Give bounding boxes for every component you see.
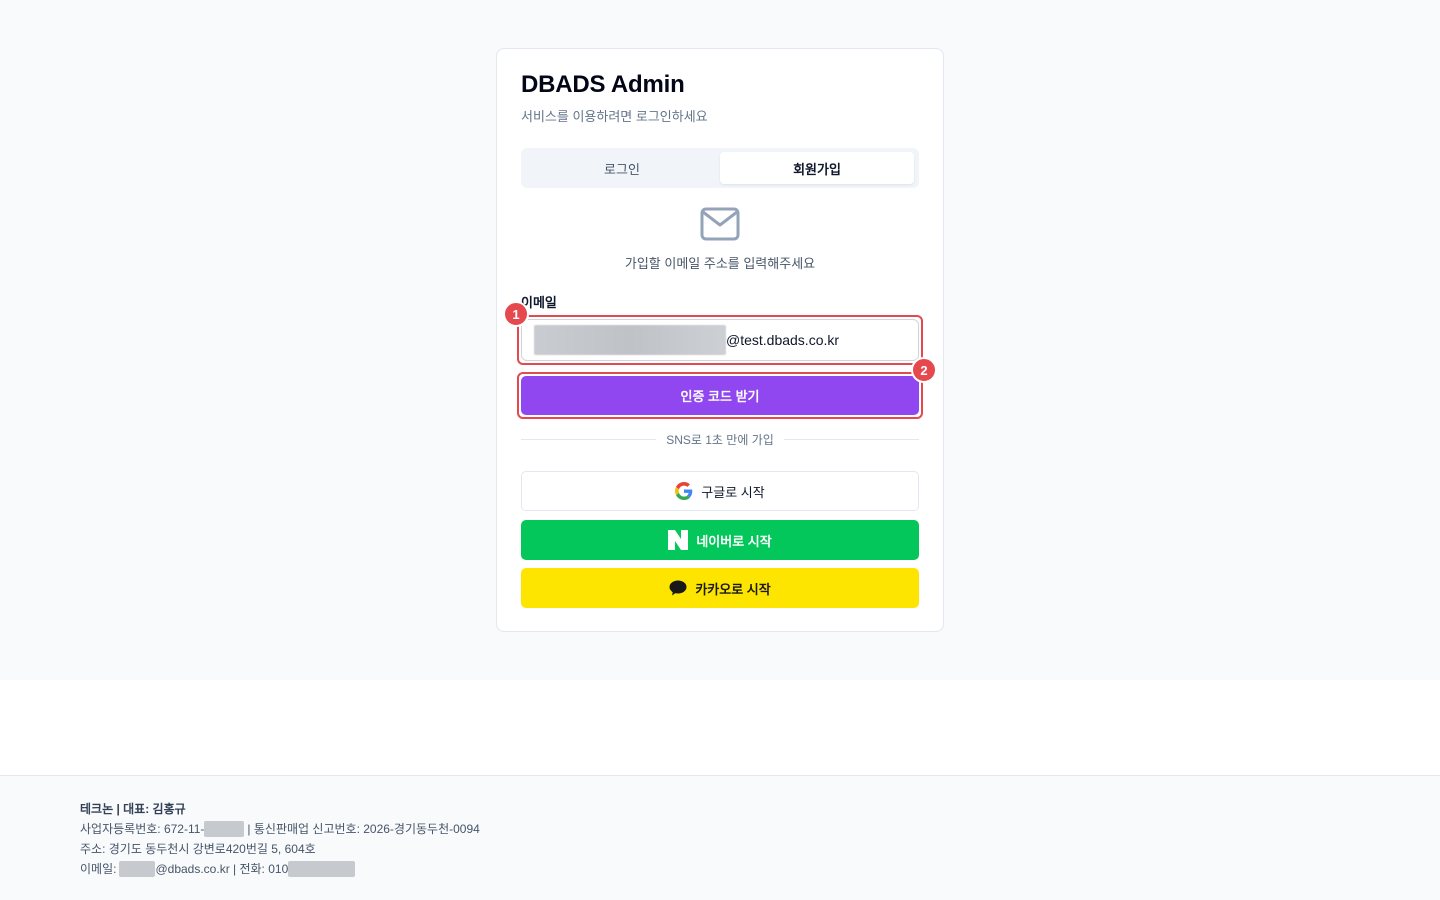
redacted-email-local [534, 325, 726, 355]
naver-signup-button[interactable]: 네이버로 시작 [521, 520, 919, 560]
footer-email-prefix: 이메일: [80, 862, 117, 876]
google-button-label: 구글로 시작 [701, 484, 765, 500]
page-subtitle: 서비스를 이용하려면 로그인하세요 [521, 109, 708, 124]
auth-tabs: 로그인 회원가입 [521, 148, 919, 188]
redacted-block [119, 860, 156, 877]
google-signup-button[interactable]: 구글로 시작 [521, 471, 919, 511]
footer-address: 주소: 경기도 동두천시 강변로420번길 5, 604호 [80, 842, 316, 856]
footer-email-suffix: @dbads.co.kr | 전화: 010 [155, 862, 289, 876]
footer-biz-suffix: | 통신판매업 신고번호: 2026-경기동두천-0094 [247, 822, 480, 836]
signup-card: DBADS Admin 서비스를 이용하려면 로그인하세요 로그인 회원가입 가… [496, 48, 944, 632]
naver-icon [668, 530, 689, 550]
google-icon [675, 482, 693, 500]
footer-company: 테크논 | 대표: 김홍규 [80, 802, 186, 816]
signup-info-text: 가입할 이메일 주소를 입력해주세요 [624, 256, 816, 271]
divider-line [783, 438, 919, 440]
tab-signup[interactable]: 회원가입 [720, 152, 914, 184]
sns-divider: SNS로 1초 만에 가입 [521, 430, 919, 448]
tab-login[interactable]: 로그인 [525, 152, 719, 184]
footer: 테크논 | 대표: 김홍규 사업자등록번호: 672-11- | 통신판매업 신… [0, 775, 1440, 900]
kakao-signup-button[interactable]: 카카오로 시작 [521, 568, 919, 608]
background: DBADS Admin 서비스를 이용하려면 로그인하세요 로그인 회원가입 가… [0, 0, 1440, 680]
redacted-block [288, 860, 356, 877]
email-input[interactable]: @test.dbads.co.kr [521, 319, 919, 361]
divider-text: SNS로 1초 만에 가입 [666, 432, 774, 447]
annotation-badge-2: 2 [911, 357, 937, 383]
naver-button-label: 네이버로 시작 [696, 533, 772, 549]
mail-icon [700, 207, 740, 241]
annotation-badge-1: 1 [503, 301, 529, 327]
page-title: DBADS Admin [521, 71, 685, 98]
send-code-button[interactable]: 인증 코드 받기 [521, 376, 919, 415]
email-domain-text: @test.dbads.co.kr [726, 332, 840, 348]
kakao-chat-icon [669, 580, 687, 596]
footer-biz-prefix: 사업자등록번호: 672-11- [80, 822, 205, 836]
divider-line [521, 438, 657, 440]
footer-contact: 이메일: @dbads.co.kr | 전화: 010 [80, 860, 356, 877]
footer-business-info: 사업자등록번호: 672-11- | 통신판매업 신고번호: 2026-경기동두… [80, 820, 480, 837]
kakao-button-label: 카카오로 시작 [695, 581, 771, 597]
redacted-block [204, 820, 245, 837]
